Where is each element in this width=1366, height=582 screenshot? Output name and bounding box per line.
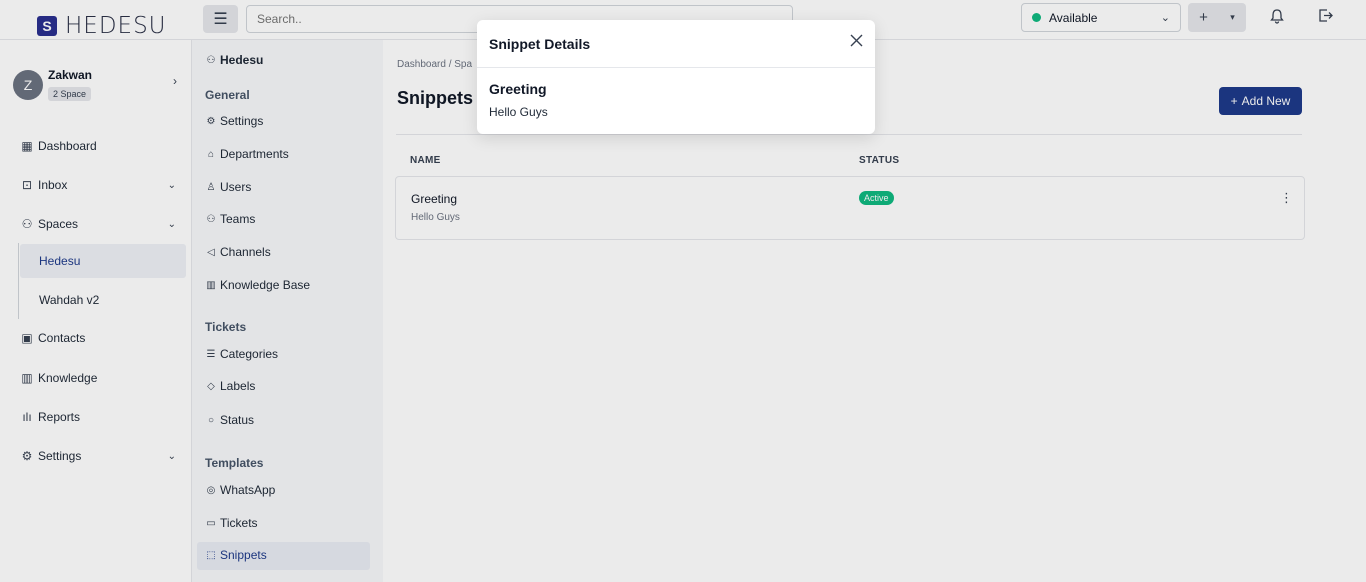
close-icon[interactable] — [850, 33, 863, 50]
modal-header: Snippet Details — [477, 20, 875, 68]
snippet-details-modal: Snippet Details Greeting Hello Guys — [477, 20, 875, 134]
modal-snippet-content: Hello Guys — [489, 105, 548, 119]
modal-title: Snippet Details — [489, 36, 591, 52]
modal-snippet-name: Greeting — [489, 81, 547, 97]
